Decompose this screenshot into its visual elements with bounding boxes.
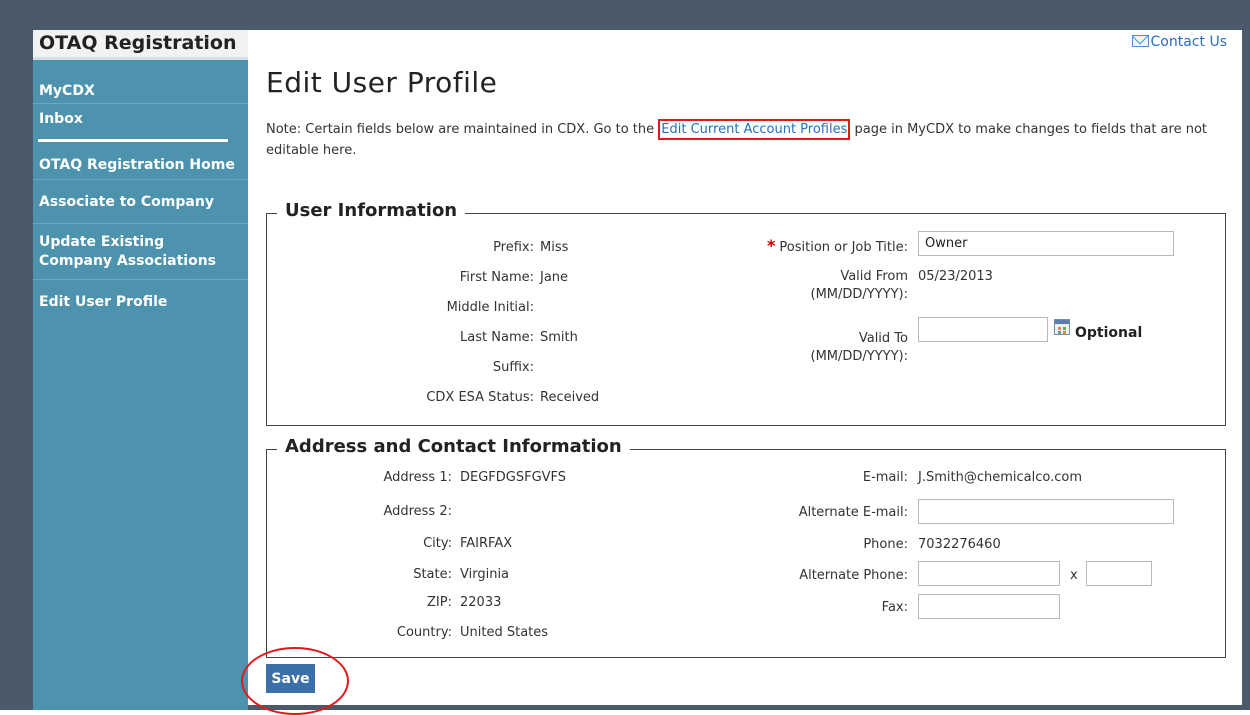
alternate-phone-input[interactable] xyxy=(918,561,1060,586)
prefix-label: Prefix: xyxy=(493,240,534,255)
section-corner xyxy=(266,449,275,458)
required-marker: * xyxy=(767,236,776,255)
email-value: J.Smith@chemicalco.com xyxy=(918,470,1082,485)
first-name-label: First Name: xyxy=(459,270,534,285)
window-frame-left xyxy=(0,0,33,710)
city-value: FAIRFAX xyxy=(460,536,513,551)
address-contact-legend: Address and Contact Information xyxy=(277,436,630,457)
zip-label: ZIP: xyxy=(427,595,452,610)
contact-us-label: Contact Us xyxy=(1150,34,1227,50)
country-label: Country: xyxy=(396,625,452,640)
middle-initial-label: Middle Initial: xyxy=(446,300,534,315)
user-information-legend: User Information xyxy=(277,200,466,221)
edit-current-account-profiles-link[interactable]: Edit Current Account Profiles xyxy=(658,119,851,140)
contact-us-link[interactable]: Contact Us xyxy=(1131,34,1227,50)
section-corner xyxy=(266,213,275,222)
alternate-email-label: Alternate E-mail: xyxy=(798,505,908,520)
suffix-label: Suffix: xyxy=(492,360,534,375)
position-input[interactable] xyxy=(918,231,1174,256)
last-name-value: Smith xyxy=(540,330,578,345)
user-information-section: User Information Prefix: Miss First Name… xyxy=(266,200,1226,426)
fax-label: Fax: xyxy=(881,600,908,615)
valid-from-value: 05/23/2013 xyxy=(918,269,993,284)
valid-to-format-label: (MM/DD/YYYY): xyxy=(810,349,909,364)
fax-input[interactable] xyxy=(918,594,1060,619)
last-name-label: Last Name: xyxy=(460,330,534,345)
note-text-before: Note: Certain fields below are maintaine… xyxy=(266,122,659,137)
sidebar-item-edit-user-profile[interactable]: Edit User Profile xyxy=(33,280,248,324)
valid-to-label: Valid To xyxy=(858,331,908,346)
optional-label: Optional xyxy=(1075,325,1143,341)
alternate-phone-label: Alternate Phone: xyxy=(799,568,908,583)
valid-from-format-label: (MM/DD/YYYY): xyxy=(810,287,909,302)
city-label: City: xyxy=(423,536,452,551)
state-label: State: xyxy=(413,567,452,582)
cdx-esa-status-value: Received xyxy=(540,390,600,405)
position-label-text: Position or Job Title: xyxy=(779,240,908,255)
page-title: Edit User Profile xyxy=(266,66,498,99)
sidebar-item-mycdx[interactable]: MyCDX xyxy=(33,60,248,104)
position-label: * Position or Job Title: xyxy=(767,236,908,255)
address1-value: DEGFDGSFGVFS xyxy=(460,470,567,485)
sidebar-item-otaq-registration-home[interactable]: OTAQ Registration Home xyxy=(33,142,248,180)
email-label: E-mail: xyxy=(862,470,908,485)
sidebar-item-inbox[interactable]: Inbox xyxy=(33,104,248,139)
page-note: Note: Certain fields below are maintaine… xyxy=(266,119,1226,161)
save-highlight-circle xyxy=(241,647,349,715)
phone-value: 7032276460 xyxy=(918,537,1001,552)
state-value: Virginia xyxy=(460,567,510,582)
envelope-icon xyxy=(1131,35,1149,47)
valid-from-label: Valid From xyxy=(840,269,908,284)
extension-input[interactable] xyxy=(1086,561,1152,586)
sidebar-item-associate-to-company[interactable]: Associate to Company xyxy=(33,180,248,224)
valid-to-input[interactable] xyxy=(918,317,1048,342)
phone-label: Phone: xyxy=(863,537,908,552)
extension-label: x xyxy=(1070,568,1078,583)
address2-label: Address 2: xyxy=(383,504,452,519)
address1-label: Address 1: xyxy=(383,470,452,485)
address-contact-section: Address and Contact Information Address … xyxy=(266,436,1226,658)
app-title: OTAQ Registration xyxy=(33,30,248,60)
country-value: United States xyxy=(460,625,549,640)
cdx-esa-status-label: CDX ESA Status: xyxy=(426,390,534,405)
alternate-email-input[interactable] xyxy=(918,499,1174,524)
sidebar: MyCDX Inbox OTAQ Registration Home Assoc… xyxy=(33,60,248,710)
zip-value: 22033 xyxy=(460,595,502,610)
window-frame-top xyxy=(0,0,1250,30)
prefix-value: Miss xyxy=(540,240,569,255)
sidebar-item-update-existing-company-associations[interactable]: Update Existing Company Associations xyxy=(33,224,248,280)
calendar-icon[interactable] xyxy=(1054,319,1070,335)
first-name-value: Jane xyxy=(540,270,569,285)
window-frame-right xyxy=(1242,0,1250,710)
